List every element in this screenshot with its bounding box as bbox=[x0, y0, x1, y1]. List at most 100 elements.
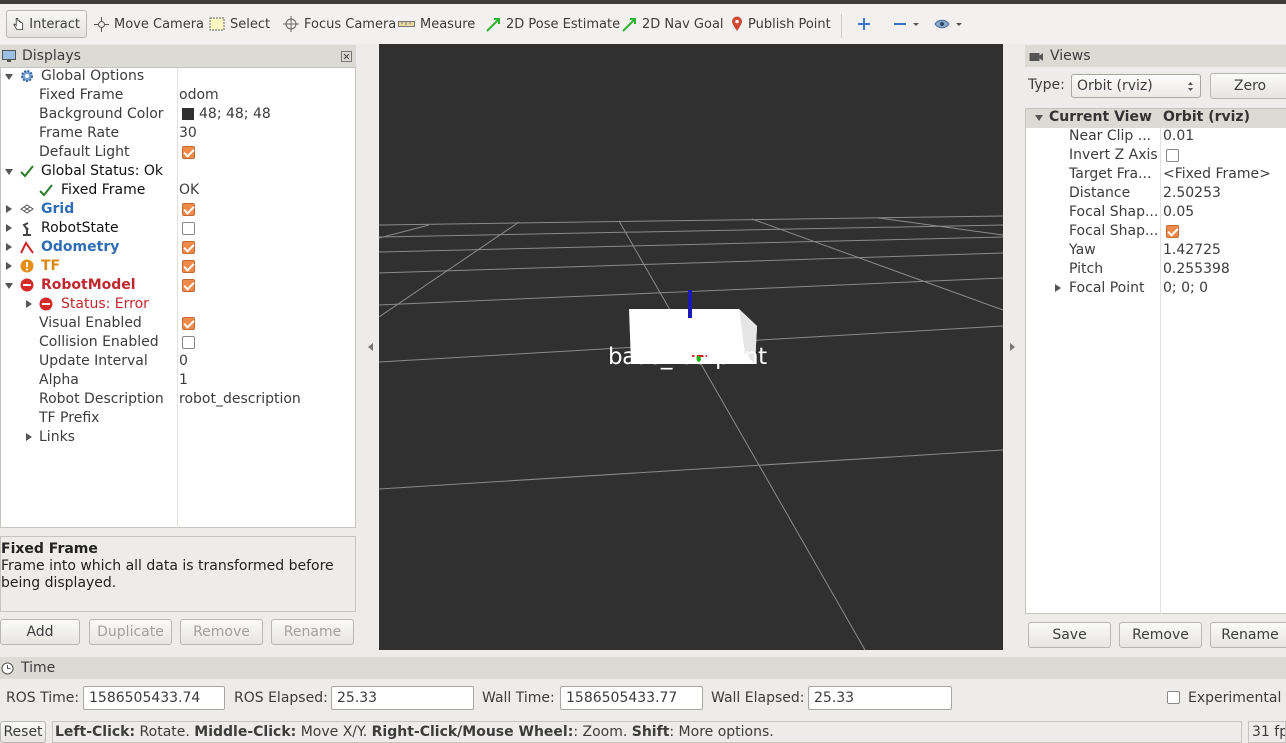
experimental-label: Experimental bbox=[1188, 690, 1282, 706]
row-value[interactable]: 1.42725 bbox=[1163, 241, 1221, 260]
tree-row-update-interval[interactable]: Update Interval 0 bbox=[0, 352, 355, 371]
expand-arrow-icon[interactable] bbox=[6, 205, 12, 213]
row-value[interactable]: 30 bbox=[179, 124, 197, 143]
focus-camera-tool-button[interactable]: Focus Camera bbox=[283, 10, 396, 38]
select-tool-button[interactable]: Select bbox=[209, 10, 270, 38]
row-value[interactable]: 0 bbox=[179, 352, 188, 371]
rename-display-button[interactable]: Rename bbox=[271, 619, 354, 645]
zero-view-button[interactable]: Zero bbox=[1210, 73, 1286, 99]
expand-arrow-icon[interactable] bbox=[26, 300, 32, 308]
row-name: Target Fra... bbox=[1069, 166, 1152, 182]
experimental-checkbox[interactable] bbox=[1167, 691, 1180, 704]
wall-time-field[interactable]: 1586505433.77 bbox=[560, 686, 703, 710]
visual-enabled-checkbox[interactable] bbox=[182, 317, 195, 330]
duplicate-display-button[interactable]: Duplicate bbox=[89, 619, 172, 645]
robotstate-enabled-checkbox[interactable] bbox=[182, 222, 195, 235]
tree-row-grid[interactable]: Grid bbox=[0, 200, 355, 219]
expand-arrow-icon[interactable] bbox=[6, 224, 12, 232]
add-tool-button[interactable] bbox=[857, 10, 876, 38]
expand-arrow-icon[interactable] bbox=[6, 262, 12, 270]
row-value[interactable]: 2.50253 bbox=[1163, 184, 1221, 203]
ros-elapsed-field[interactable]: 25.33 bbox=[331, 686, 474, 710]
row-value[interactable]: robot_description bbox=[179, 390, 301, 409]
view-type-dropdown[interactable]: Orbit (rviz) bbox=[1071, 74, 1201, 98]
tree-row-frame-rate[interactable]: Frame Rate 30 bbox=[0, 124, 355, 143]
row-value[interactable]: 0.05 bbox=[1163, 203, 1194, 222]
view-row-invert-z[interactable]: Invert Z Axis bbox=[1027, 146, 1286, 165]
tree-row-odometry[interactable]: Odometry bbox=[0, 238, 355, 257]
tree-row-alpha[interactable]: Alpha 1 bbox=[0, 371, 355, 390]
row-value[interactable]: 0; 0; 0 bbox=[1163, 279, 1208, 298]
tree-row-robotstate[interactable]: RobotState bbox=[0, 219, 355, 238]
expand-arrow-icon[interactable] bbox=[5, 283, 13, 289]
expand-arrow-icon[interactable] bbox=[6, 243, 12, 251]
tree-row-tf-prefix[interactable]: TF Prefix bbox=[0, 409, 355, 428]
tree-row-fixed-frame[interactable]: Fixed Frame odom bbox=[0, 86, 355, 105]
visibility-tool-button[interactable] bbox=[934, 10, 968, 38]
close-icon[interactable] bbox=[341, 50, 352, 62]
view-row-focal-shape-size[interactable]: Focal Shap... 0.05 bbox=[1027, 203, 1286, 222]
expand-arrow-icon[interactable] bbox=[1055, 284, 1061, 292]
render-viewport[interactable]: base_footprint bbox=[379, 44, 1003, 650]
tree-row-tf[interactable]: TF bbox=[0, 257, 355, 276]
ros-time-field[interactable]: 1586505433.74 bbox=[83, 686, 225, 710]
remove-view-button[interactable]: Remove bbox=[1119, 622, 1202, 648]
nav-goal-tool-button[interactable]: 2D Nav Goal bbox=[622, 10, 724, 38]
view-row-yaw[interactable]: Yaw 1.42725 bbox=[1027, 241, 1286, 260]
tree-row-background-color[interactable]: Background Color 48; 48; 48 bbox=[0, 105, 355, 124]
collapse-left-arrow-icon[interactable] bbox=[367, 342, 374, 352]
move-camera-tool-button[interactable]: Move Camera bbox=[94, 10, 204, 38]
pose-estimate-tool-button[interactable]: 2D Pose Estimate bbox=[486, 10, 620, 38]
invert-z-checkbox[interactable] bbox=[1166, 149, 1179, 162]
expand-arrow-icon[interactable] bbox=[5, 169, 13, 175]
interact-tool-button[interactable]: Interact bbox=[6, 10, 87, 38]
tree-row-collision-enabled[interactable]: Collision Enabled bbox=[0, 333, 355, 352]
tree-row-fixed-frame-status[interactable]: Fixed Frame OK bbox=[0, 181, 355, 200]
tree-row-robot-description[interactable]: Robot Description robot_description bbox=[0, 390, 355, 409]
view-row-focal-shape-fixed[interactable]: Focal Shap... bbox=[1027, 222, 1286, 241]
grid-enabled-checkbox[interactable] bbox=[182, 203, 195, 216]
save-view-button[interactable]: Save bbox=[1028, 622, 1111, 648]
row-value[interactable]: 0.01 bbox=[1163, 127, 1194, 146]
remove-tool-button[interactable] bbox=[893, 10, 925, 38]
odometry-enabled-checkbox[interactable] bbox=[182, 241, 195, 254]
default-light-checkbox[interactable] bbox=[182, 146, 195, 159]
expand-arrow-icon[interactable] bbox=[5, 74, 13, 80]
rename-view-button[interactable]: Rename bbox=[1210, 622, 1286, 648]
wall-elapsed-field[interactable]: 25.33 bbox=[808, 686, 952, 710]
view-row-near-clip[interactable]: Near Clip ... 0.01 bbox=[1027, 127, 1286, 146]
row-value[interactable]: <Fixed Frame> bbox=[1163, 165, 1271, 184]
view-type-value: Orbit (rviz) bbox=[1077, 78, 1153, 94]
view-row-distance[interactable]: Distance 2.50253 bbox=[1027, 184, 1286, 203]
tree-row-status-error[interactable]: Status: Error bbox=[0, 295, 355, 314]
tree-row-robotmodel[interactable]: RobotModel bbox=[0, 276, 355, 295]
remove-display-button[interactable]: Remove bbox=[180, 619, 263, 645]
view-row-focal-point[interactable]: Focal Point 0; 0; 0 bbox=[1027, 279, 1286, 298]
reset-button[interactable]: Reset bbox=[0, 721, 46, 743]
view-row-target-frame[interactable]: Target Fra... <Fixed Frame> bbox=[1027, 165, 1286, 184]
row-name: Focal Shap... bbox=[1069, 223, 1159, 239]
add-display-button[interactable]: Add bbox=[0, 619, 80, 645]
tree-row-default-light[interactable]: Default Light bbox=[0, 143, 355, 162]
color-swatch bbox=[182, 108, 194, 120]
expand-arrow-icon[interactable] bbox=[1035, 115, 1043, 121]
row-value[interactable]: 1 bbox=[179, 371, 188, 390]
current-view-header-row[interactable]: Current View Orbit (rviz) bbox=[1027, 108, 1286, 127]
view-row-pitch[interactable]: Pitch 0.255398 bbox=[1027, 260, 1286, 279]
focal-shape-fixed-checkbox[interactable] bbox=[1166, 225, 1179, 238]
robotmodel-enabled-checkbox[interactable] bbox=[182, 279, 195, 292]
tree-row-links[interactable]: Links bbox=[0, 428, 355, 447]
collapse-right-arrow-icon[interactable] bbox=[1009, 342, 1016, 352]
row-value[interactable]: 48; 48; 48 bbox=[199, 105, 271, 124]
tree-row-visual-enabled[interactable]: Visual Enabled bbox=[0, 314, 355, 333]
measure-tool-button[interactable]: Measure bbox=[398, 10, 475, 38]
collision-enabled-checkbox[interactable] bbox=[182, 336, 195, 349]
measure-label: Measure bbox=[420, 16, 476, 32]
row-value[interactable]: 0.255398 bbox=[1163, 260, 1230, 279]
publish-point-tool-button[interactable]: Publish Point bbox=[731, 10, 831, 38]
expand-arrow-icon[interactable] bbox=[26, 433, 32, 441]
tree-row-global-status[interactable]: Global Status: Ok bbox=[0, 162, 355, 181]
row-value[interactable]: odom bbox=[179, 86, 219, 105]
tree-row-global-options[interactable]: Global Options bbox=[0, 67, 355, 86]
tf-enabled-checkbox[interactable] bbox=[182, 260, 195, 273]
